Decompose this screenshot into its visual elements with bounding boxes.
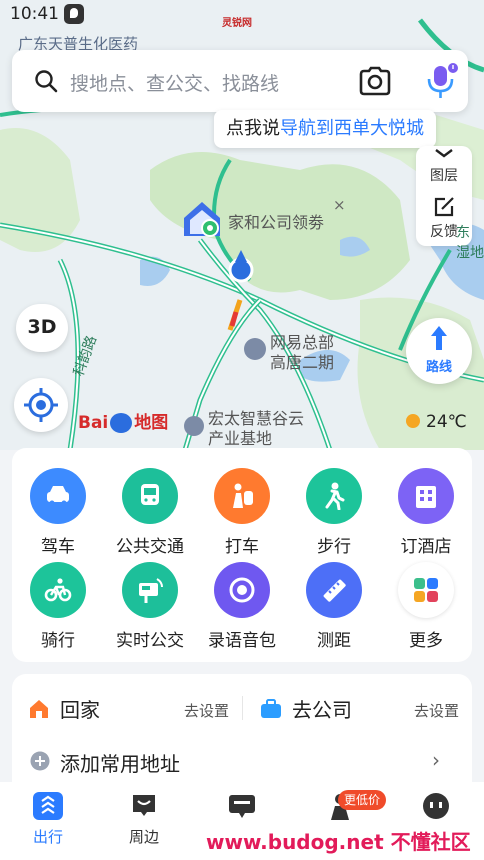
weather-widget[interactable]: 24℃ [406,412,467,432]
locate-button[interactable] [14,378,68,432]
tools-card: 驾车 公共交通 打车 步行 订酒店骑行 实时公交 录语音包 测距 更多 [12,448,472,662]
tool-label: 更多 [409,631,443,651]
tool-label: 骑行 [41,631,75,651]
layers-label: 图层 [430,168,458,184]
building-poi-icon [244,338,266,360]
home-company-poi-label[interactable]: 家和公司领劵 [228,212,324,234]
tool-label: 订酒店 [400,537,452,557]
more-icon [398,562,454,618]
voice-mic-icon[interactable] [424,62,460,100]
tab-nearby-label: 周边 [128,828,159,846]
home-company-poi[interactable] [180,198,220,238]
baidu-logo-text: Bai [78,413,109,433]
tool-realtime-bus[interactable]: 实时公交 [104,562,196,651]
route-label: 路线 [425,360,452,375]
baidu-logo-suffix: 地图 [134,413,169,433]
house-icon [184,202,220,237]
layers-button[interactable]: 图层 [416,148,472,185]
3d-toggle-button[interactable]: 3D [16,304,68,352]
tab-travel-label: 出行 [32,828,63,846]
tool-bus[interactable]: 公共交通 [104,468,196,557]
tool-voice-pack[interactable]: 录语音包 [196,562,288,651]
tool-label: 步行 [317,537,351,557]
poi-netease-line2[interactable]: 高唐二期 [270,352,334,374]
company-address-item[interactable]: 去公司 去设置 [260,694,460,724]
tool-label: 打车 [225,537,259,557]
tool-taxi[interactable]: 打车 [196,468,288,557]
home-title: 回家 [60,698,100,722]
voice-tip-bubble[interactable]: 点我说导航到西单大悦城 [214,110,436,148]
tool-label: 测距 [317,631,351,651]
weather-temperature: 24℃ [426,412,467,432]
taxi-icon [214,468,270,524]
bus-icon [122,468,178,524]
bottom-watermark: www.budog.net 不懂社区 [206,830,471,854]
tab-nearby[interactable]: 周边 [104,792,184,847]
ruler-icon [306,562,362,618]
locate-icon [24,388,58,422]
profile-tab-icon [421,792,451,820]
status-time: 10:41 [10,4,59,24]
home-icon [30,700,48,718]
poi-hongtai-line2[interactable]: 产业基地 [208,428,272,450]
poi-hongtai-line1[interactable]: 宏太智慧谷云 [208,408,304,430]
voice-pack-icon [214,562,270,618]
top-watermark: 灵锐网 [222,18,252,29]
tool-label: 录语音包 [208,631,276,651]
notification-app-icon [64,4,84,24]
tool-label: 公共交通 [116,537,184,557]
tool-more[interactable]: 更多 [380,562,472,651]
baidu-map-logo: Bai 地图 [78,408,168,433]
camera-icon[interactable] [358,65,392,97]
map-view[interactable]: 10:41 灵锐网 广东天普生化医药 搜地点、查公交、找路线 点我说导航到西单大… [0,0,484,450]
home-set-link[interactable]: 去设置 [184,700,229,721]
add-common-address-row[interactable]: 添加常用地址 › [12,748,472,776]
company-set-link[interactable]: 去设置 [414,700,459,721]
add-circle-icon [30,751,50,771]
office-poi-icon [184,416,204,436]
address-divider [242,696,243,720]
travel-tab-icon [33,792,63,820]
car-icon [30,468,86,524]
tab-profile[interactable] [396,792,476,826]
tool-walk[interactable]: 步行 [288,468,380,557]
search-bar[interactable]: 搜地点、查公交、找路线 [12,50,468,112]
tool-hotel[interactable]: 订酒店 [380,468,472,557]
walk-icon [306,468,362,524]
route-button[interactable]: 路线 [406,318,472,384]
add-common-address-label: 添加常用地址 [60,752,180,776]
hotel-icon [398,468,454,524]
bike-icon [30,562,86,618]
area-label-1: 东 [456,225,470,241]
briefcase-icon [261,699,281,718]
tab-travel[interactable]: 出行 [8,792,88,847]
voice-tip-prefix: 点我说 [226,118,280,139]
tool-car[interactable]: 驾车 [12,468,104,557]
baidu-paw-icon [110,413,133,433]
tool-ruler[interactable]: 测距 [288,562,380,651]
tool-bike[interactable]: 骑行 [12,562,104,651]
voice-tip-destination: 导航到西单大悦城 [280,118,424,139]
poi-netease-line1[interactable]: 网易总部 [270,332,334,354]
route-arrow-icon [431,326,447,350]
realtime-bus-icon [122,562,178,618]
search-placeholder[interactable]: 搜地点、查公交、找路线 [70,69,279,96]
feedback-edit-icon [434,197,454,217]
nearby-tab-icon [129,792,159,820]
sun-icon [406,414,420,428]
feedback-label: 反馈 [430,224,458,240]
close-poi-icon[interactable]: × [333,194,346,216]
common-address-card: 回家 去设置 去公司 去设置 添加常用地址 › [12,674,472,782]
tab-third-icon [227,792,257,820]
tab-third[interactable] [202,792,282,826]
tool-label: 驾车 [41,537,75,557]
tool-label: 实时公交 [116,631,184,651]
company-title: 去公司 [292,698,352,722]
chevron-right-icon: › [432,748,440,772]
area-label-2: 湿地 [456,245,484,261]
home-address-item[interactable]: 回家 去设置 [28,694,248,724]
layers-icon [435,149,453,158]
promo-badge: 更低价 [338,790,387,810]
search-icon [35,70,58,93]
